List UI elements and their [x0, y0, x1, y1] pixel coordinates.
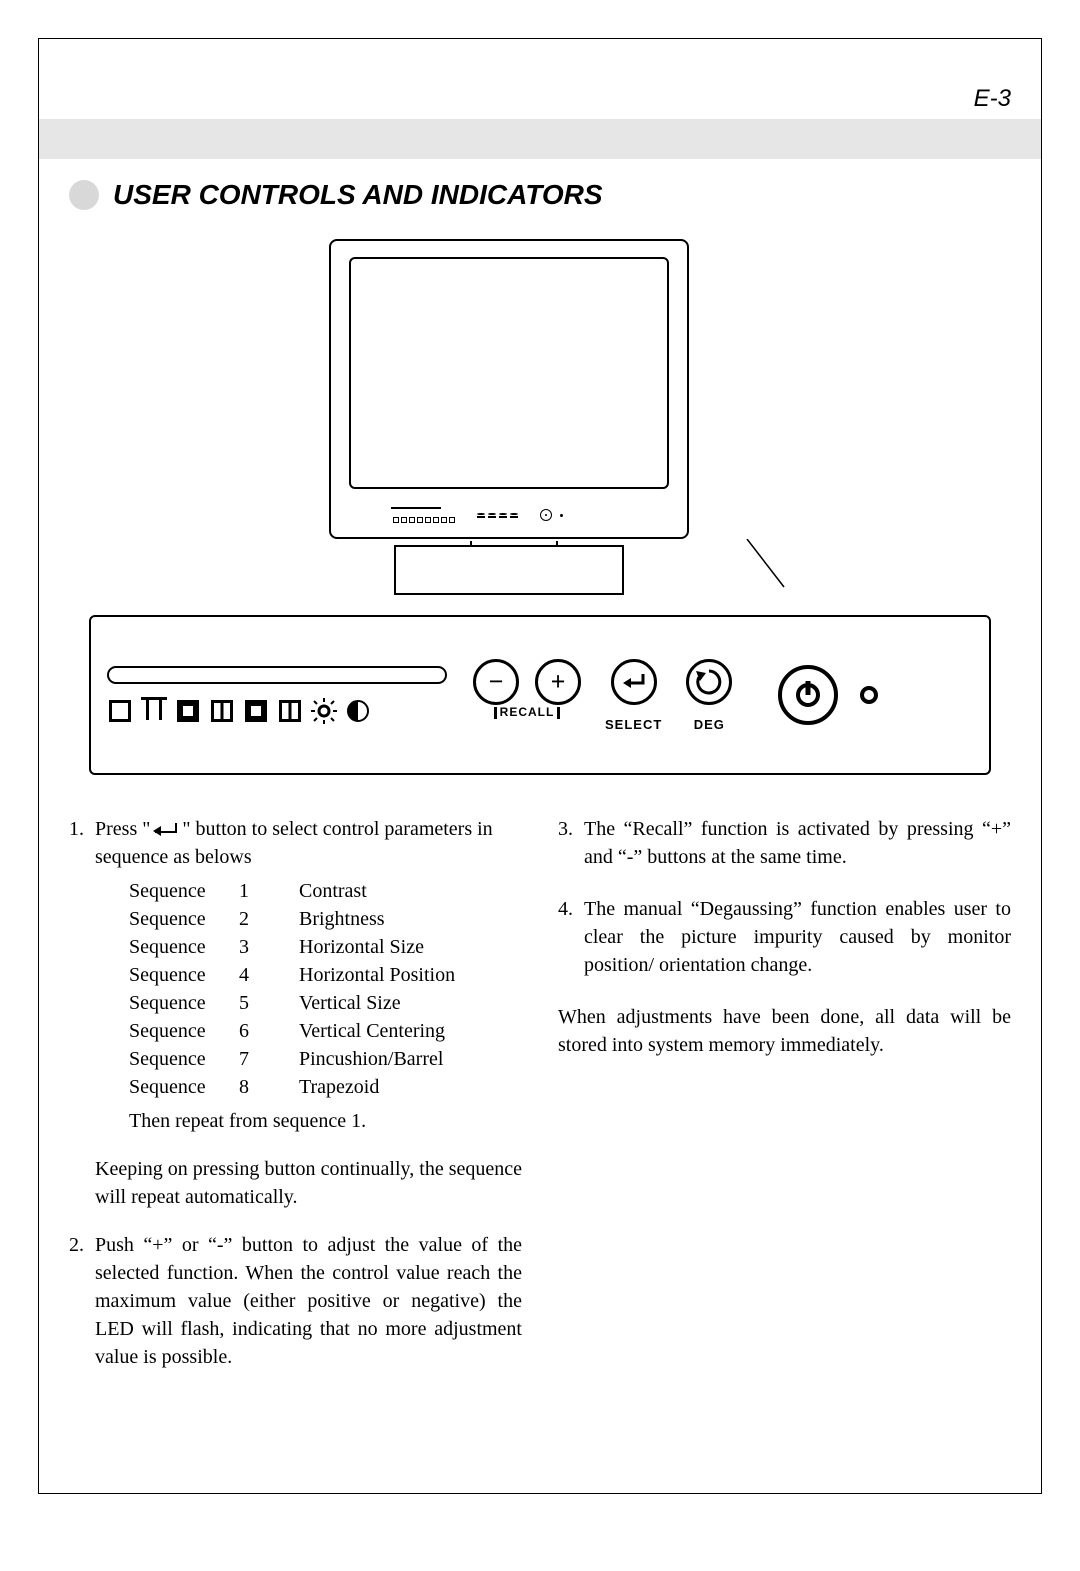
- bezel-controls: [391, 507, 563, 523]
- header-band: [39, 119, 1041, 159]
- brightness-icon: [311, 698, 337, 724]
- control-panel-detail: − + RECALL SELECT: [89, 615, 991, 775]
- sequence-table: Sequence1Contrast Sequence2Brightness Se…: [129, 877, 522, 1101]
- section-title: USER CONTROLS AND INDICATORS: [113, 179, 603, 211]
- footer-note: When adjustments have been done, all dat…: [558, 1003, 1011, 1059]
- right-column: 3. The “Recall” function is activated by…: [558, 815, 1011, 1377]
- power-button[interactable]: [778, 665, 838, 725]
- left-column: 1. Press " " button to select control pa…: [69, 815, 522, 1377]
- list-number-4: 4.: [558, 895, 584, 979]
- enter-arrow-icon: [155, 823, 177, 837]
- power-button-small-icon: [540, 509, 552, 521]
- v-center-icon: [277, 698, 303, 724]
- monitor-stand: [394, 545, 624, 595]
- item4-text: The manual “Degaussing” function enables…: [584, 895, 1011, 979]
- degauss-icon: [694, 667, 724, 697]
- page-number: E-3: [974, 85, 1011, 113]
- degauss-button[interactable]: [686, 659, 732, 705]
- v-pos-icon: [209, 698, 235, 724]
- minus-button[interactable]: −: [473, 659, 519, 705]
- item3-text: The “Recall” function is activated by pr…: [584, 815, 1011, 871]
- plus-button[interactable]: +: [535, 659, 581, 705]
- contrast-icon: [345, 698, 371, 724]
- select-button[interactable]: [611, 659, 657, 705]
- osd-bar: [107, 666, 447, 684]
- monitor-diagram: [299, 239, 719, 595]
- power-icon: [796, 683, 820, 707]
- list-number-1: 1.: [69, 815, 95, 871]
- item1-text: Press " " button to select control param…: [95, 815, 522, 871]
- then-repeat: Then repeat from sequence 1.: [129, 1107, 522, 1135]
- section-bullet-icon: [69, 180, 99, 210]
- h-size-icon: [107, 698, 133, 724]
- monitor-screen: [349, 257, 669, 489]
- list-number-2: 2.: [69, 1231, 95, 1371]
- enter-icon: [621, 671, 647, 693]
- recall-label: RECALL: [494, 705, 561, 719]
- item2-text: Push “+” or “-” button to adjust the val…: [95, 1231, 522, 1371]
- list-number-3: 3.: [558, 815, 584, 871]
- h-pos-icon: [175, 698, 201, 724]
- keeping-pressing: Keeping on pressing button continually, …: [95, 1155, 522, 1211]
- osd-icon-row: [107, 698, 447, 724]
- power-led-icon: [860, 686, 878, 704]
- leader-line-icon: [719, 539, 799, 599]
- h-center-icon: [243, 698, 269, 724]
- led-small-icon: [560, 514, 563, 517]
- v-size-icon: [141, 698, 167, 724]
